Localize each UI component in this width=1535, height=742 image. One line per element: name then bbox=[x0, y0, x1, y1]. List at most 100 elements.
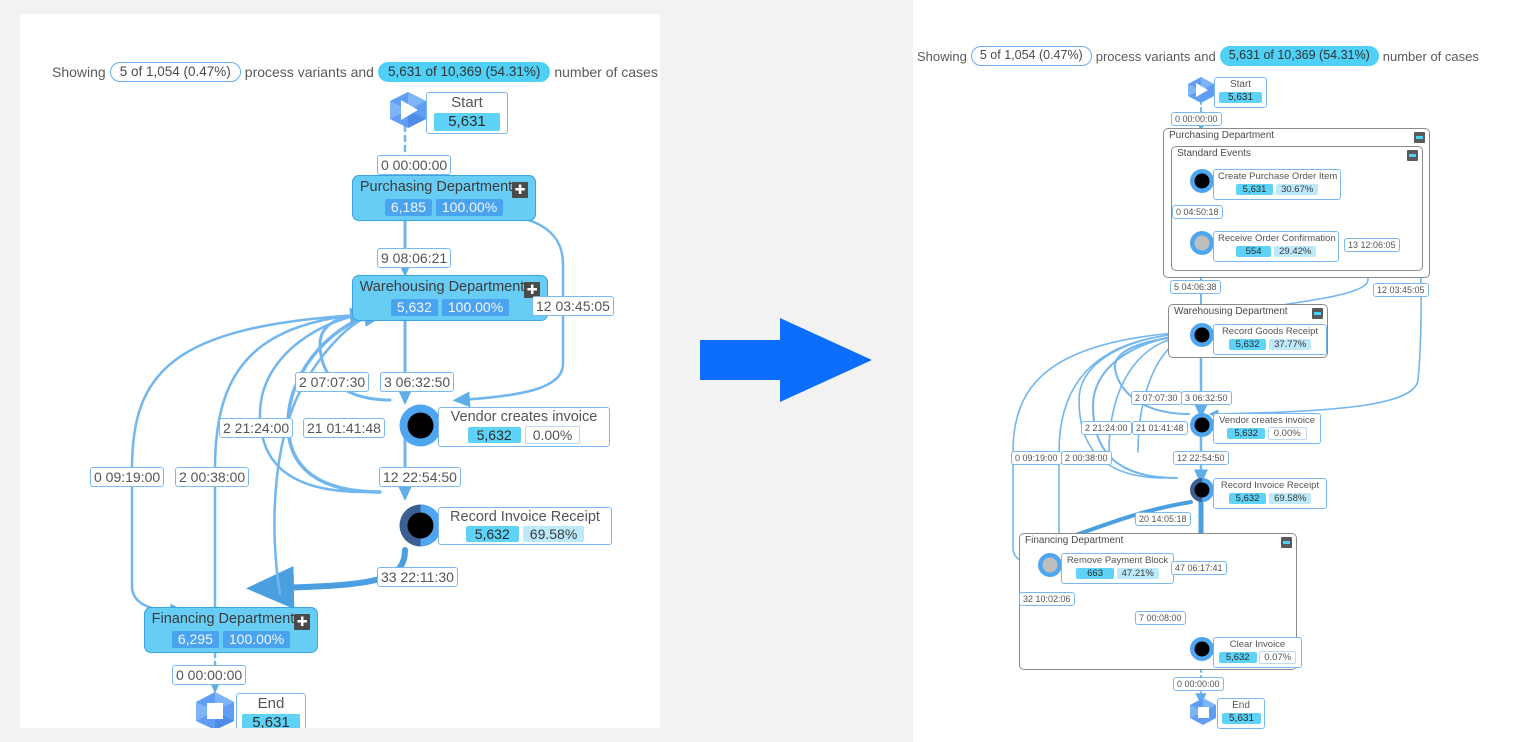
node-record-invoice-label: Record Invoice Receipt bbox=[450, 509, 600, 525]
edge-label-r15: 32 10:02:06 bbox=[1019, 592, 1075, 606]
expand-icon[interactable]: ✚ bbox=[294, 614, 311, 630]
node-vendor-percent: 0.00% bbox=[1267, 427, 1307, 440]
group-purchasing-label: Purchasing Department bbox=[359, 179, 513, 195]
node-record-invoice-label: Record Invoice Receipt bbox=[1220, 480, 1320, 491]
edge-label-r10: 0 09:19:00 bbox=[1011, 451, 1062, 465]
edge-label-12-22: 12 22:54:50 bbox=[379, 467, 461, 487]
edge-label-2-21: 2 21:24:00 bbox=[219, 418, 294, 438]
edge-label-21-01: 21 01:41:48 bbox=[303, 418, 385, 438]
collapse-icon[interactable] bbox=[1414, 132, 1425, 143]
node-goods-receipt-label: Record Goods Receipt bbox=[1221, 326, 1319, 337]
group-purchasing-label: Purchasing Department bbox=[1169, 130, 1275, 141]
edge-label-3-06: 3 06:32:50 bbox=[380, 372, 455, 392]
edge-label-purchasing-to-vendor: 12 03:45:05 bbox=[532, 296, 614, 316]
node-start-label: Start bbox=[451, 94, 483, 111]
group-warehousing-percent: 100.00% bbox=[441, 299, 510, 316]
edge-label-r9: 21 01:41:48 bbox=[1132, 421, 1188, 435]
edge-label-r3: 13 12:06:05 bbox=[1344, 238, 1400, 252]
edge-label-2-07: 2 07:07:30 bbox=[295, 372, 370, 392]
group-financing-percent: 100.00% bbox=[222, 631, 291, 648]
activity-marker-icon bbox=[1190, 413, 1214, 437]
showing-summary-right: Showing 5 of 1,054 (0.47%) process varia… bbox=[917, 46, 1479, 66]
cases-pill[interactable]: 5,631 of 10,369 (54.31%) bbox=[1219, 46, 1379, 66]
node-receive-order-label: Receive Order Confirmation bbox=[1218, 233, 1336, 244]
left-map-canvas bbox=[130, 124, 565, 694]
collapse-icon[interactable] bbox=[1312, 308, 1323, 319]
showing-tail-label: number of cases bbox=[554, 64, 658, 80]
activity-marker-icon bbox=[1190, 231, 1214, 255]
collapse-icon[interactable] bbox=[1281, 537, 1292, 548]
group-warehousing-count: 5,632 bbox=[390, 299, 438, 316]
group-financing-label: Financing Department bbox=[1025, 535, 1124, 546]
node-end-label: End bbox=[257, 695, 285, 712]
showing-label: Showing bbox=[52, 64, 106, 80]
group-warehousing-department[interactable]: Warehousing Department ✚ 5,632 100.00% bbox=[352, 275, 548, 321]
showing-label: Showing bbox=[917, 48, 967, 64]
activity-marker-icon bbox=[1038, 553, 1062, 577]
left-process-map-panel[interactable]: Showing 5 of 1,054 (0.47%) process varia… bbox=[20, 14, 660, 728]
node-create-po-percent: 30.67% bbox=[1276, 184, 1319, 195]
cases-pill[interactable]: 5,631 of 10,369 (54.31%) bbox=[377, 62, 551, 82]
node-record-goods-receipt[interactable]: Record Goods Receipt 5,632 37.77% bbox=[1213, 324, 1327, 355]
edge-label-2-00: 2 00:38:00 bbox=[175, 467, 250, 487]
group-financing-count: 6,295 bbox=[171, 631, 219, 648]
group-financing-department[interactable]: Financing Department ✚ 6,295 100.00% bbox=[144, 607, 318, 653]
group-warehousing-label: Warehousing Department bbox=[1174, 306, 1288, 317]
edge-label-r7: 3 06:32:50 bbox=[1181, 391, 1232, 405]
showing-mid-label: process variants and bbox=[1095, 48, 1216, 64]
showing-summary-left: Showing 5 of 1,054 (0.47%) process varia… bbox=[52, 62, 658, 82]
edge-label-r17: 0 00:00:00 bbox=[1173, 677, 1224, 691]
edge-label-r6: 2 07:07:30 bbox=[1131, 391, 1182, 405]
edge-label-33-22: 33 22:11:30 bbox=[377, 567, 458, 587]
node-start-count: 5,631 bbox=[434, 113, 500, 131]
variants-pill[interactable]: 5 of 1,054 (0.47%) bbox=[109, 62, 241, 82]
collapse-icon[interactable] bbox=[1407, 150, 1418, 161]
node-clear-invoice[interactable]: Clear Invoice 5,632 0.07% bbox=[1213, 637, 1302, 668]
node-remove-payment-label: Remove Payment Block bbox=[1066, 555, 1169, 566]
node-receive-order-percent: 29.42% bbox=[1274, 246, 1317, 257]
activity-marker-icon bbox=[1190, 323, 1214, 347]
edge-label-r4: 5 04:06:38 bbox=[1170, 280, 1221, 294]
group-purchasing-department[interactable]: Purchasing Department ✚ 6,185 100.00% bbox=[352, 175, 536, 221]
node-vendor-label: Vendor creates invoice bbox=[1218, 415, 1316, 426]
group-purchasing-count: 6,185 bbox=[384, 199, 432, 216]
variants-pill[interactable]: 5 of 1,054 (0.47%) bbox=[970, 46, 1092, 66]
activity-marker-icon bbox=[1190, 637, 1214, 661]
right-process-map-panel[interactable]: Showing 5 of 1,054 (0.47%) process varia… bbox=[913, 0, 1535, 742]
activity-marker-icon bbox=[1190, 478, 1214, 502]
node-goods-receipt-percent: 37.77% bbox=[1269, 339, 1312, 350]
node-receive-order-confirmation[interactable]: Receive Order Confirmation 554 29.42% bbox=[1213, 231, 1339, 262]
node-start[interactable]: Start 5,631 bbox=[1214, 77, 1267, 108]
group-warehousing-label: Warehousing Department bbox=[359, 279, 525, 295]
edge-label-r11: 2 00:38:00 bbox=[1061, 451, 1112, 465]
expand-icon[interactable]: ✚ bbox=[512, 182, 529, 198]
activity-marker-icon bbox=[399, 504, 442, 547]
node-record-invoice-receipt[interactable]: Record Invoice Receipt 5,632 69.58% bbox=[1213, 478, 1327, 509]
edge-label-r13: 20 14:05:18 bbox=[1135, 512, 1191, 526]
node-end-label: End bbox=[1232, 700, 1250, 711]
node-vendor-creates-invoice[interactable]: Vendor creates invoice 5,632 0.00% bbox=[438, 407, 610, 447]
node-end[interactable]: End 5,631 bbox=[1217, 698, 1265, 729]
end-event-icon bbox=[196, 692, 234, 728]
edge-label-r16: 7 00:08:00 bbox=[1135, 611, 1186, 625]
end-event-icon bbox=[1190, 698, 1216, 725]
node-vendor-label: Vendor creates invoice bbox=[450, 409, 598, 425]
node-create-purchase-order-item[interactable]: Create Purchase Order Item 5,631 30.67% bbox=[1213, 169, 1341, 200]
node-record-invoice-percent: 69.58% bbox=[1269, 493, 1312, 504]
node-end-count: 5,631 bbox=[1222, 713, 1262, 724]
node-start-label: Start bbox=[1229, 79, 1252, 90]
node-create-po-count: 5,631 bbox=[1235, 184, 1274, 195]
node-record-invoice-count: 5,632 bbox=[1228, 493, 1267, 504]
node-vendor-creates-invoice[interactable]: Vendor creates invoice 5,632 0.00% bbox=[1213, 413, 1321, 444]
edge-label-r8: 2 21:24:00 bbox=[1081, 421, 1132, 435]
showing-tail-label: number of cases bbox=[1382, 48, 1479, 64]
node-clear-invoice-percent: 0.07% bbox=[1259, 651, 1297, 664]
node-remove-payment-percent: 47.21% bbox=[1116, 568, 1159, 579]
edge-label-r1: 0 00:00:00 bbox=[1171, 112, 1222, 126]
node-remove-payment-block[interactable]: Remove Payment Block 663 47.21% bbox=[1061, 553, 1174, 584]
node-end[interactable]: End 5,631 bbox=[236, 693, 306, 728]
node-remove-payment-count: 663 bbox=[1076, 568, 1114, 579]
arrow-right-icon bbox=[700, 318, 872, 402]
node-start[interactable]: Start 5,631 bbox=[426, 92, 508, 134]
node-record-invoice-receipt[interactable]: Record Invoice Receipt 5,632 69.58% bbox=[438, 507, 612, 545]
